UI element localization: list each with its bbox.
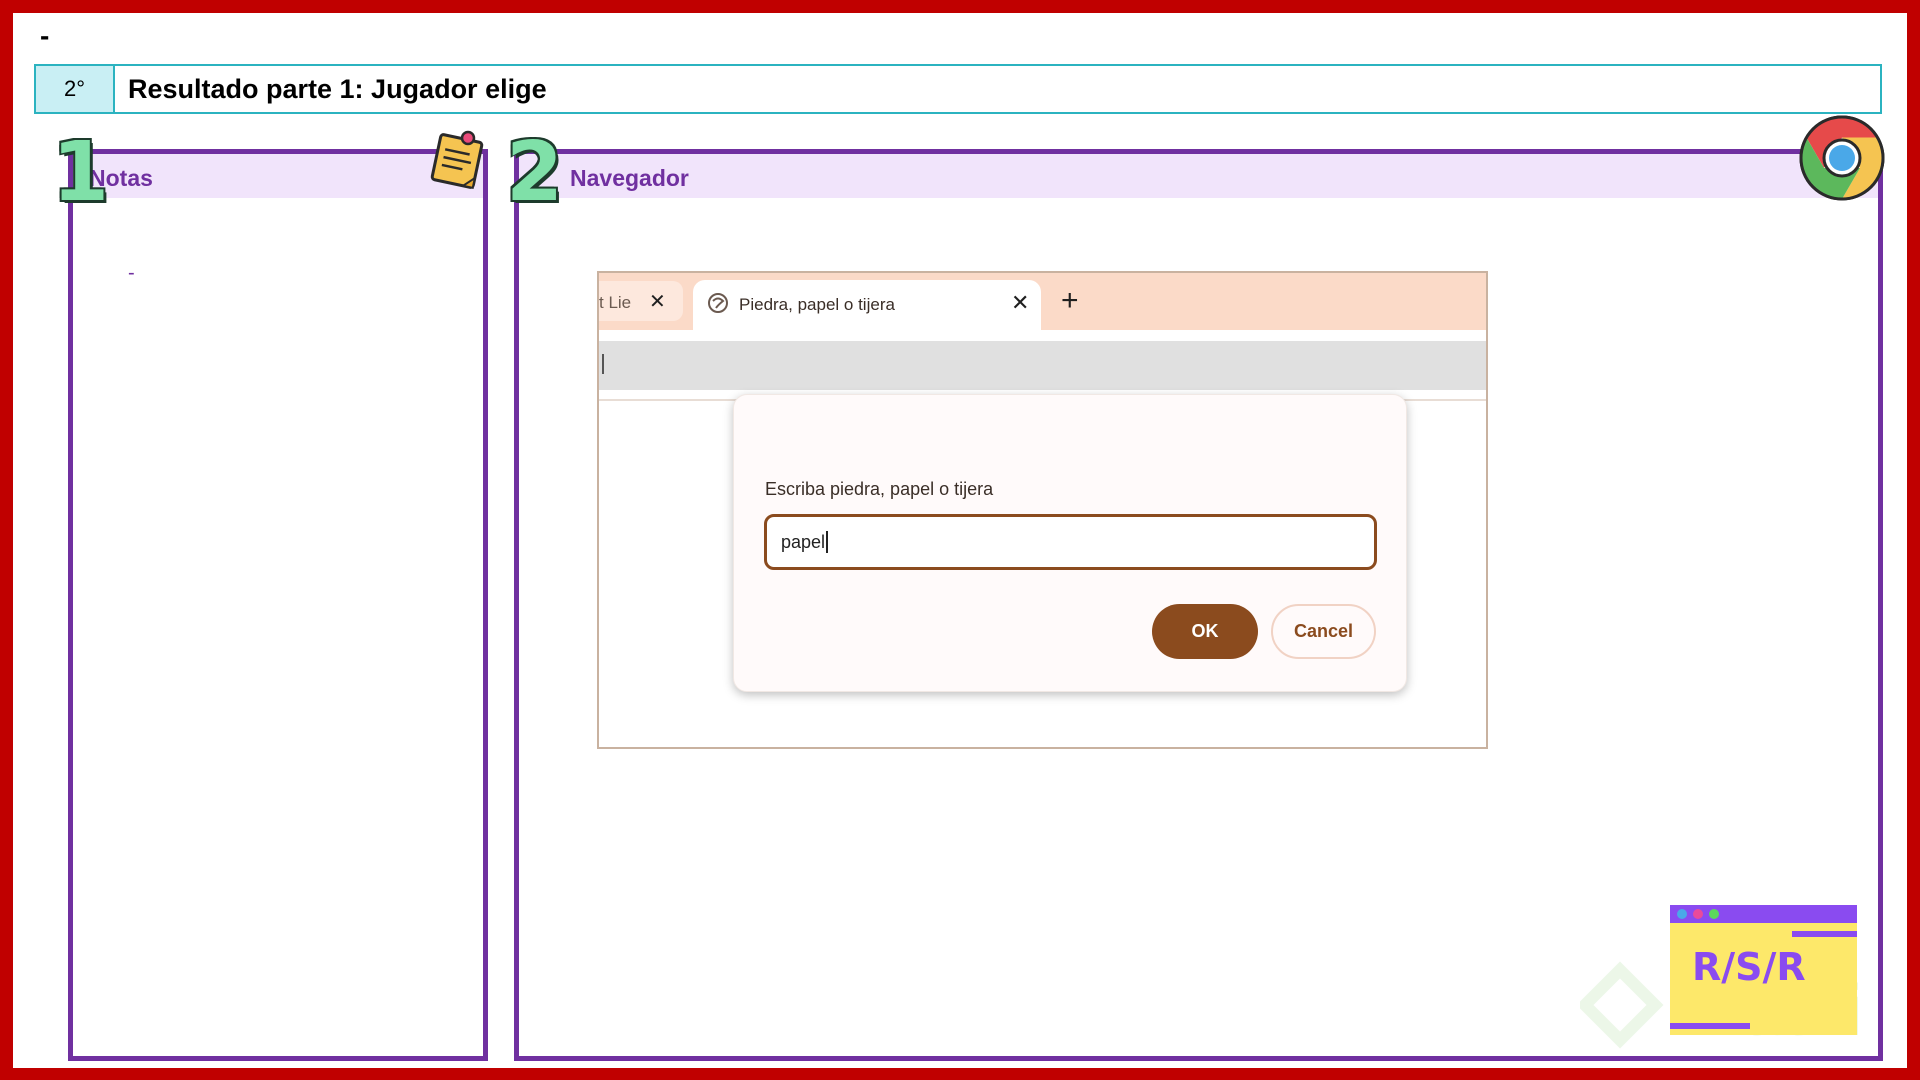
navigator-panel-title: Navegador	[570, 165, 689, 191]
navigator-panel-header: Navegador	[519, 154, 1878, 198]
tab-previous[interactable]: t Lie ✕	[599, 281, 683, 321]
rsr-logo: R/S/R	[1670, 905, 1857, 1035]
address-bar[interactable]	[599, 341, 1486, 390]
slide-header: 2° Resultado parte 1: Jugador elige	[34, 64, 1882, 114]
tab-active[interactable]: Piedra, papel o tijera ✕	[693, 280, 1041, 330]
ok-button[interactable]: OK	[1152, 604, 1258, 659]
step-number: 2°	[36, 66, 115, 112]
notes-panel-header: Notas	[73, 154, 483, 198]
tab-previous-label: t Lie	[599, 293, 632, 312]
tab-previous-close-icon[interactable]: ✕	[649, 289, 666, 314]
page-favicon-icon	[708, 293, 728, 313]
logo-text: R/S/R	[1692, 945, 1806, 989]
prompt-message: Escriba piedra, papel o tijera	[765, 479, 994, 499]
address-bar-caret	[602, 354, 604, 374]
prompt-input[interactable]: papel	[764, 514, 1377, 570]
prompt-dialog: Escriba piedra, papel o tijera papel OK …	[733, 394, 1407, 692]
cancel-button[interactable]: Cancel	[1271, 604, 1376, 659]
tab-close-icon[interactable]: ✕	[1011, 290, 1029, 316]
panel-number-2: 2	[506, 125, 564, 220]
tab-active-label: Piedra, papel o tijera	[739, 295, 895, 314]
panel-number-1: 1	[52, 125, 110, 220]
text-caret	[826, 531, 828, 553]
top-dash: -	[40, 20, 50, 51]
chrome-icon	[1799, 115, 1885, 201]
prompt-input-value: papel	[781, 531, 826, 552]
notes-panel: Notas	[68, 149, 488, 1061]
slide-title: Resultado parte 1: Jugador elige	[128, 73, 547, 104]
notes-content: -	[128, 262, 135, 284]
new-tab-button[interactable]: +	[1061, 284, 1079, 318]
tab-strip: t Lie ✕ Piedra, papel o tijera ✕ +	[599, 273, 1486, 330]
sticky-note-icon	[430, 130, 484, 190]
